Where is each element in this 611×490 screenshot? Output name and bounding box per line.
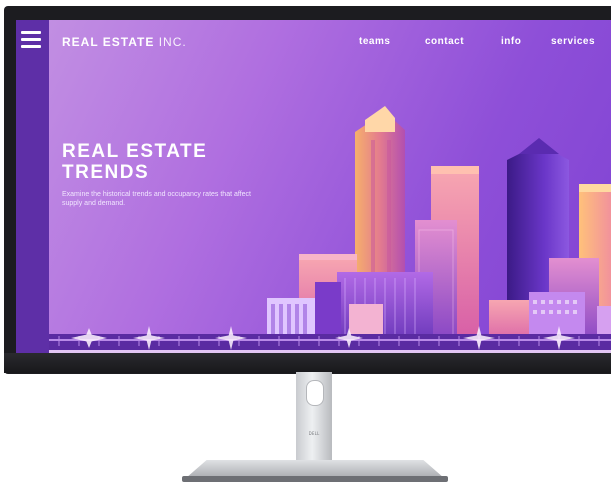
monitor-stand-base-edge [182,476,448,482]
screen: REAL ESTATE INC. teams contact info serv… [16,20,611,359]
nav-link-services[interactable]: services [551,36,595,47]
menu-bar-line [21,38,41,41]
monitor-frame: REAL ESTATE INC. teams contact info serv… [4,6,611,374]
nav-link-info[interactable]: info [501,36,551,47]
brand-logo: DELL [308,431,320,436]
hero-title-line-1: REAL ESTATE [62,141,208,162]
brand-suffix: INC. [158,35,187,49]
left-rail [16,20,49,359]
hero-subtitle: Examine the historical trends and occupa… [62,191,251,207]
menu-bar-line [21,45,41,48]
nav-link-teams[interactable]: teams [359,36,425,47]
cable-hole [306,380,324,406]
hero-title: REAL ESTATE TRENDS [62,141,207,183]
monitor-bottom-bezel [4,353,611,373]
menu-bar-line [21,31,41,34]
top-navigation: teams contact info services [359,36,595,47]
site-logo[interactable]: REAL ESTATE INC. [62,35,187,49]
brand-name: REAL ESTATE [62,35,155,49]
nav-link-contact[interactable]: contact [425,36,501,47]
hero-title-line-2: TRENDS [62,162,150,183]
hamburger-menu-icon[interactable] [21,31,41,48]
